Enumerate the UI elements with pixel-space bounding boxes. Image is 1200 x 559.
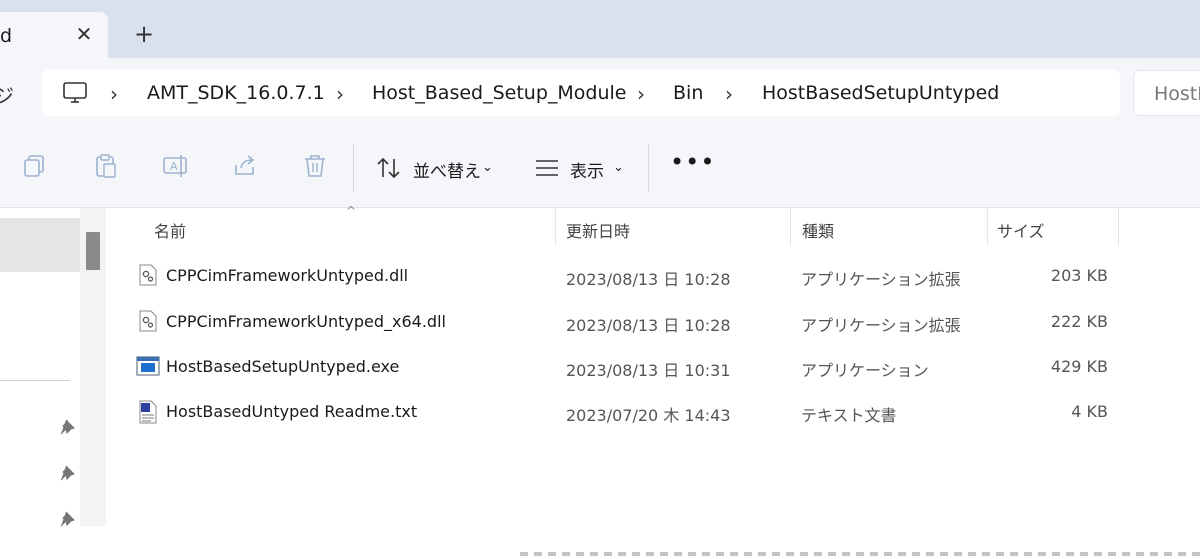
dll-icon xyxy=(139,264,157,286)
toolbar-divider xyxy=(648,144,649,192)
nav-scrollbar-thumb[interactable] xyxy=(86,232,100,270)
file-name: CPPCimFrameworkUntyped.dll xyxy=(166,266,409,285)
file-type: アプリケーション xyxy=(801,361,929,380)
file-size: 429 KB xyxy=(1050,357,1108,376)
column-header-date[interactable]: 更新日時 xyxy=(566,218,630,242)
view-list-icon xyxy=(536,160,558,176)
column-header-size[interactable]: サイズ xyxy=(997,218,1045,242)
file-row[interactable]: HostBasedUntyped Readme.txt 2023/07/20 木… xyxy=(126,391,1126,431)
toolbar-divider xyxy=(353,144,354,192)
address-box[interactable]: › AMT_SDK_16.0.7.1 › Host_Based_Setup_Mo… xyxy=(42,70,1120,116)
file-row[interactable]: CPPCimFrameworkUntyped.dll 2023/08/13 日 … xyxy=(126,255,1126,295)
view-button-label: 表示 xyxy=(570,162,604,182)
file-date: 2023/07/20 木 14:43 xyxy=(566,406,731,425)
tab-title: d xyxy=(0,25,13,47)
sort-indicator-icon: ^ xyxy=(346,204,357,218)
file-name: HostBasedUntyped Readme.txt xyxy=(166,402,418,421)
breadcrumb-separator-icon[interactable]: › xyxy=(336,82,344,106)
sort-button-label: 並べ替え xyxy=(413,162,481,182)
txt-icon xyxy=(139,400,157,424)
column-divider[interactable] xyxy=(1118,208,1119,246)
sort-button[interactable]: 並べ替え ⌄ xyxy=(376,152,496,184)
file-size: 203 KB xyxy=(1050,266,1108,285)
chevron-down-icon: ⌄ xyxy=(482,160,493,175)
sort-icon xyxy=(377,157,400,179)
file-list: ^ 名前 更新日時 種類 サイズ CPPCimFrameworkUntyped.… xyxy=(106,204,1200,559)
file-date: 2023/08/13 日 10:28 xyxy=(566,316,731,335)
copy-icon[interactable] xyxy=(22,153,48,179)
search-placeholder: HostB xyxy=(1154,83,1200,105)
pin-icon[interactable] xyxy=(60,418,76,436)
this-pc-icon[interactable] xyxy=(62,81,88,105)
column-header-type[interactable]: 種類 xyxy=(802,218,834,242)
paste-icon[interactable] xyxy=(93,153,119,179)
breadcrumb-separator-icon[interactable]: › xyxy=(725,82,733,106)
pin-icon[interactable] xyxy=(60,464,76,482)
file-row[interactable]: HostBasedSetupUntyped.exe 2023/08/13 日 1… xyxy=(126,346,1126,386)
breadcrumb-separator-icon[interactable]: › xyxy=(637,82,645,106)
file-date: 2023/08/13 日 10:28 xyxy=(566,270,731,289)
breadcrumb-item-current[interactable]: HostBasedSetupUntyped xyxy=(762,82,999,104)
navigation-pane xyxy=(0,208,80,559)
command-bar: A 並べ替え ⌄ 表示 ⌄ ••• xyxy=(0,128,1200,208)
file-type: アプリケーション拡張 xyxy=(801,316,961,335)
breadcrumb-separator-icon[interactable]: › xyxy=(110,82,118,106)
nav-divider xyxy=(0,380,70,381)
more-options-icon[interactable]: ••• xyxy=(670,148,715,176)
file-size: 4 KB xyxy=(1071,402,1108,421)
close-tab-icon[interactable]: ✕ xyxy=(70,22,98,46)
tab-active[interactable]: d ✕ xyxy=(0,12,108,60)
delete-icon[interactable] xyxy=(302,153,328,179)
file-type: テキスト文書 xyxy=(801,406,897,425)
search-input[interactable]: HostB xyxy=(1133,70,1200,116)
breadcrumb-item[interactable]: Host_Based_Setup_Module xyxy=(372,82,626,104)
title-bar: d ✕ + xyxy=(0,0,1200,60)
file-type: アプリケーション拡張 xyxy=(801,270,961,289)
new-tab-icon[interactable]: + xyxy=(130,20,158,48)
rename-icon[interactable]: A xyxy=(162,153,190,179)
column-divider[interactable] xyxy=(555,208,556,246)
pin-icon[interactable] xyxy=(60,510,76,528)
nav-item-selected[interactable] xyxy=(0,218,80,272)
file-name: CPPCimFrameworkUntyped_x64.dll xyxy=(166,312,446,331)
address-bar-area: ジ › AMT_SDK_16.0.7.1 › Host_Based_Setup_… xyxy=(0,58,1200,128)
file-date: 2023/08/13 日 10:31 xyxy=(566,361,731,380)
dll-icon xyxy=(139,310,157,332)
cropped-edge-artifact xyxy=(520,552,1200,556)
svg-text:A: A xyxy=(170,160,178,173)
breadcrumb-item[interactable]: AMT_SDK_16.0.7.1 xyxy=(147,82,325,104)
breadcrumb-item[interactable]: Bin xyxy=(673,82,703,104)
column-divider[interactable] xyxy=(987,208,988,246)
file-name: HostBasedSetupUntyped.exe xyxy=(166,357,400,376)
file-row[interactable]: CPPCimFrameworkUntyped_x64.dll 2023/08/1… xyxy=(126,301,1126,341)
column-header-name[interactable]: 名前 xyxy=(154,218,186,242)
file-size: 222 KB xyxy=(1050,312,1108,331)
column-divider[interactable] xyxy=(790,208,791,246)
share-icon[interactable] xyxy=(232,153,258,179)
refresh-icon[interactable]: ジ xyxy=(0,80,14,109)
exe-icon xyxy=(136,356,160,376)
view-button[interactable]: 表示 ⌄ xyxy=(535,152,630,184)
chevron-down-icon: ⌄ xyxy=(613,160,624,175)
